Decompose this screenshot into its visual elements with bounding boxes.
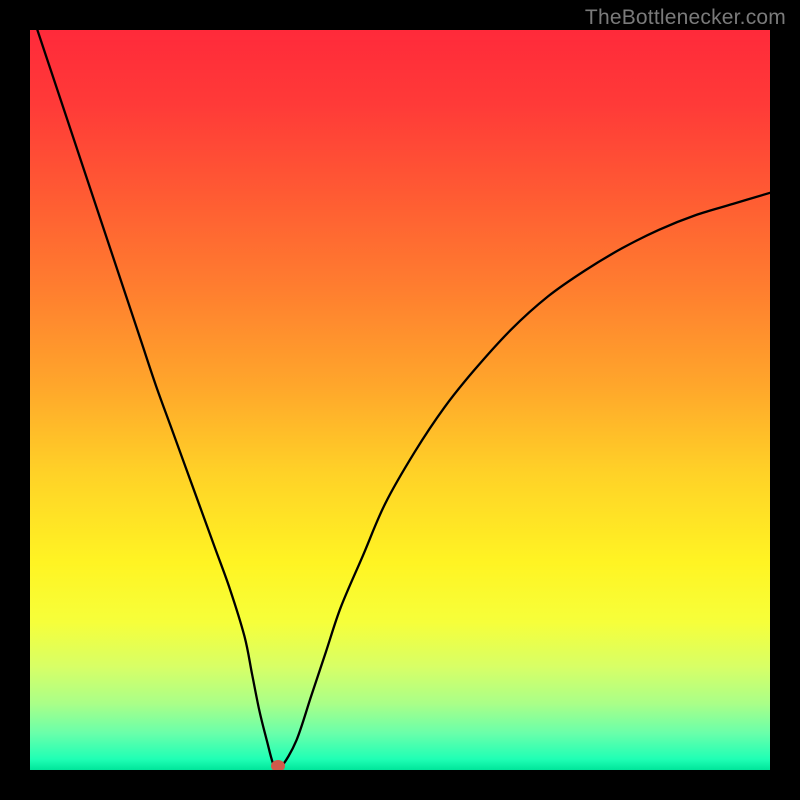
chart-container: TheBottlenecker.com: [0, 0, 800, 800]
optimal-point-marker: [271, 760, 285, 770]
attribution-text: TheBottlenecker.com: [585, 6, 786, 30]
plot-area: [30, 30, 770, 770]
bottleneck-curve: [30, 30, 770, 770]
